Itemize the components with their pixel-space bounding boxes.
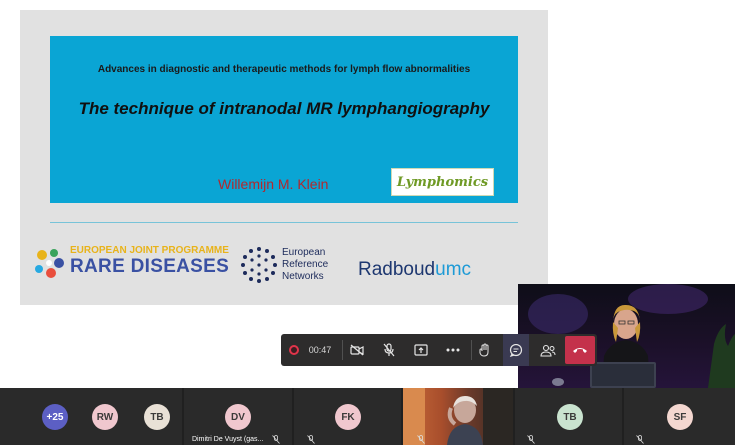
avatar-initials: TB: [150, 411, 164, 423]
more-icon: [446, 348, 460, 352]
avatar[interactable]: TB: [144, 404, 170, 430]
camera-off-icon: [350, 344, 364, 356]
record-indicator: [287, 334, 301, 366]
slide-title: The technique of intranodal MR lymphangi…: [78, 99, 490, 118]
ejp-flower-icon: [35, 249, 64, 278]
ejp-rare-diseases-logo: EUROPEAN JOINT PROGRAMME RARE DISEASES: [30, 242, 230, 282]
slide-author: Willemijn M. Klein: [218, 176, 329, 192]
slide-divider: [50, 222, 518, 223]
lymphomics-logo: Lymphomics: [391, 168, 494, 196]
avatar-initials: FK: [341, 411, 355, 423]
mic-muted-icon: [307, 435, 315, 444]
avatar-initials: RW: [96, 411, 114, 423]
ern-line-3: Networks: [282, 271, 324, 282]
meeting-stage: Advances in diagnostic and therapeutic m…: [0, 0, 735, 445]
more-count: +25: [46, 411, 64, 423]
camera-toggle-button[interactable]: [345, 334, 369, 366]
lymphomics-logo-text: Lymphomics: [396, 174, 489, 190]
ejp-top-text: EUROPEAN JOINT PROGRAMME: [70, 245, 229, 256]
chat-button[interactable]: [503, 334, 529, 366]
mic-toggle-button[interactable]: [377, 334, 401, 366]
mic-muted-icon: [636, 435, 644, 444]
avatar-initials: DV: [231, 411, 245, 423]
share-screen-button[interactable]: [409, 334, 433, 366]
raise-hand-icon: [479, 343, 489, 357]
mic-muted-icon: [272, 435, 280, 444]
avatar[interactable]: SF: [667, 404, 693, 430]
more-actions-button[interactable]: [441, 334, 465, 366]
avatar[interactable]: RW: [92, 404, 118, 430]
slide-title-box: Advances in diagnostic and therapeutic m…: [50, 36, 518, 203]
radboud-text: Radboud: [358, 259, 436, 280]
participant-name-label: Dimitri De Vuyst (gas...: [192, 436, 264, 443]
slide-subtitle: Advances in diagnostic and therapeutic m…: [97, 64, 471, 75]
meeting-control-bar: 00:47: [281, 334, 597, 366]
avatar[interactable]: DV: [225, 404, 251, 430]
radboud-umc-logo: Radboudumc: [358, 259, 471, 281]
mic-off-icon: [383, 343, 395, 357]
control-separator: [471, 340, 472, 360]
ern-text: European Reference Networks: [282, 247, 328, 283]
control-separator: [342, 340, 343, 360]
hang-up-icon: [573, 348, 587, 353]
ern-line-2: Reference: [282, 259, 329, 270]
umc-text: umc: [435, 259, 472, 280]
avatar[interactable]: FK: [335, 404, 361, 430]
record-icon: [289, 345, 299, 355]
mic-muted-icon: [417, 435, 425, 444]
avatar-initials: TB: [563, 411, 577, 423]
recording-timer: 00:47: [305, 334, 335, 366]
mic-muted-icon: [527, 435, 535, 444]
share-screen-icon: [414, 344, 428, 356]
more-participants-badge[interactable]: +25: [42, 404, 68, 430]
avatar[interactable]: TB: [557, 404, 583, 430]
shared-slide: Advances in diagnostic and therapeutic m…: [20, 10, 548, 305]
ern-dots-icon: [241, 247, 277, 283]
avatar-initials: SF: [673, 411, 687, 423]
timer-text: 00:47: [308, 345, 332, 355]
ern-line-1: European: [282, 247, 326, 258]
participants-button[interactable]: [535, 334, 561, 366]
hang-up-button[interactable]: [565, 336, 595, 364]
ejp-bottom-text: RARE DISEASES: [70, 256, 230, 277]
ern-logo: European Reference Networks: [240, 244, 350, 286]
raise-hand-button[interactable]: [473, 334, 497, 366]
participants-icon: [540, 344, 556, 357]
chat-icon: [509, 343, 523, 357]
